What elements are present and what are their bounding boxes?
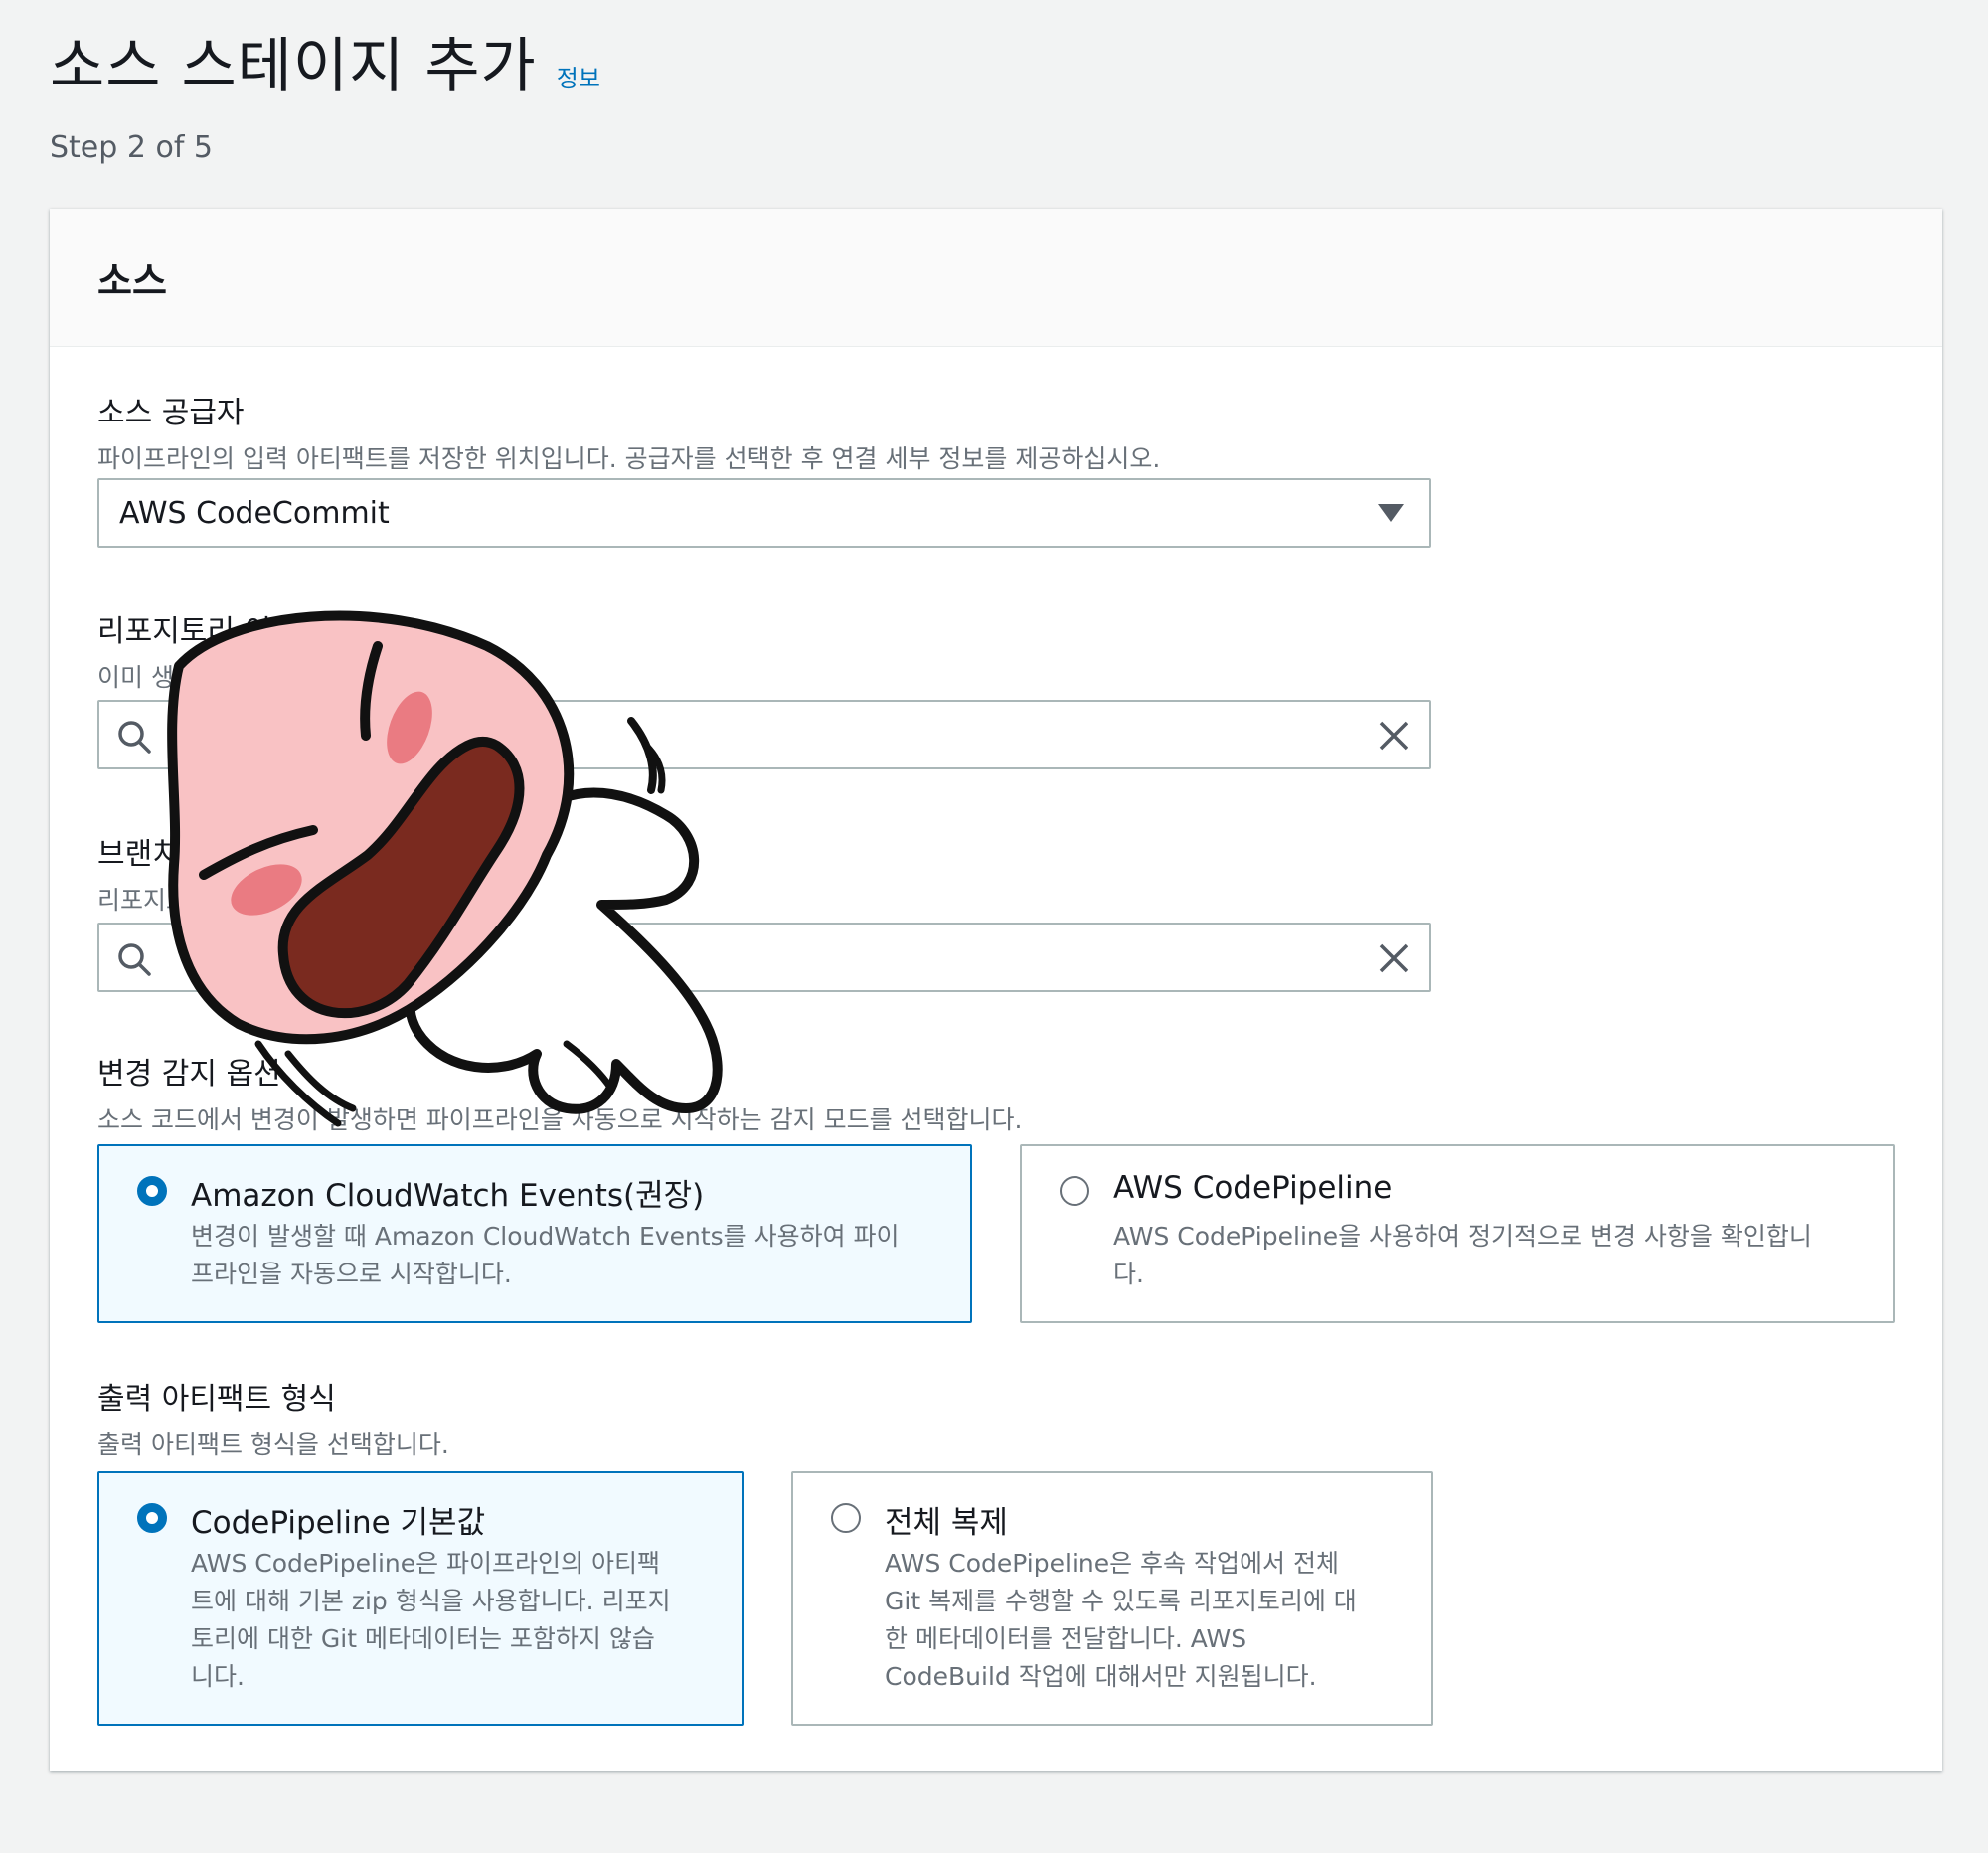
clear-icon[interactable] [1376,940,1411,976]
radio-checked[interactable] [137,1503,167,1533]
output-format-field: 출력 아티팩트 형식 출력 아티팩트 형식을 선택합니다. [97,1374,449,1461]
codepipeline-default-option[interactable]: CodePipeline 기본값 AWS CodePipeline은 파이프라인… [97,1471,744,1726]
source-provider-value: AWS CodeCommit [119,496,390,531]
option-description-line: 니다. [191,1662,245,1691]
source-provider-label: 소스 공급자 [97,396,245,430]
option-description: AWS CodePipeline은 후속 작업에서 전체 Git 복제를 수행할… [885,1545,1357,1696]
radio-checked[interactable] [137,1176,167,1206]
page-title: 소스 스테이지 추가 [50,32,537,101]
option-description-line: AWS CodePipeline은 파이프라인의 아티팩 [191,1549,661,1578]
output-format-label: 출력 아티팩트 형식 [97,1382,336,1417]
option-description-line: 프라인을 자동으로 시작합니다. [191,1260,512,1288]
option-description: AWS CodePipeline은 파이프라인의 아티팩 트에 대해 기본 zi… [191,1545,671,1696]
option-description: AWS CodePipeline을 사용하여 정기적으로 변경 사항을 확인합니… [1113,1218,1812,1293]
cartoon-sticker [167,610,723,1127]
option-description-line: 한 메타데이터를 전달합니다. AWS [885,1624,1247,1653]
full-clone-option[interactable]: 전체 복제 AWS CodePipeline은 후속 작업에서 전체 Git 복… [791,1471,1433,1726]
search-icon [118,721,151,754]
search-icon [118,943,151,976]
option-description-line: 다. [1113,1260,1144,1288]
option-title: AWS CodePipeline [1113,1170,1393,1206]
option-description-line: Git 복제를 수행할 수 있도록 리포지토리에 대 [885,1587,1357,1615]
radio-unchecked[interactable] [831,1503,861,1533]
source-provider-description: 파이프라인의 입력 아티팩트를 저장한 위치입니다. 공급자를 선택한 후 연결… [97,444,1161,473]
option-description-line: 트에 대해 기본 zip 형식을 사용합니다. 리포지 [191,1587,671,1615]
option-description: 변경이 발생할 때 Amazon CloudWatch Events를 사용하여… [191,1218,900,1293]
radio-unchecked[interactable] [1060,1176,1089,1206]
panel-title: 소스 [97,258,167,303]
codepipeline-polling-option[interactable]: AWS CodePipeline AWS CodePipeline을 사용하여 … [1020,1144,1895,1323]
cloudwatch-events-option[interactable]: Amazon CloudWatch Events(권장) 변경이 발생할 때 A… [97,1144,972,1323]
info-link[interactable]: 정보 [557,59,600,93]
caret-down-icon [1378,504,1404,522]
source-provider-field: 소스 공급자 파이프라인의 입력 아티팩트를 저장한 위치입니다. 공급자를 선… [97,388,1160,475]
option-description-line: 변경이 발생할 때 Amazon CloudWatch Events를 사용하여… [191,1222,900,1251]
option-description-line: CodeBuild 작업에 대해서만 지원됩니다. [885,1662,1317,1691]
option-description-line: AWS CodePipeline을 사용하여 정기적으로 변경 사항을 확인합니 [1113,1222,1812,1251]
page-header: 소스 스테이지 추가 정보 Step 2 of 5 [50,18,600,165]
step-indicator: Step 2 of 5 [50,130,214,165]
option-title: Amazon CloudWatch Events(권장) [191,1178,705,1214]
option-description-line: 토리에 대한 Git 메타데이터는 포함하지 않습 [191,1624,655,1653]
panel-header: 소스 [50,209,1942,347]
option-title: 전체 복제 [885,1505,1008,1541]
title-row: 소스 스테이지 추가 정보 [50,18,600,104]
option-title: CodePipeline 기본값 [191,1505,486,1541]
source-provider-select[interactable]: AWS CodeCommit [97,478,1431,548]
output-format-description: 출력 아티팩트 형식을 선택합니다. [97,1431,449,1459]
option-description-line: AWS CodePipeline은 후속 작업에서 전체 [885,1549,1339,1578]
clear-icon[interactable] [1376,718,1411,754]
